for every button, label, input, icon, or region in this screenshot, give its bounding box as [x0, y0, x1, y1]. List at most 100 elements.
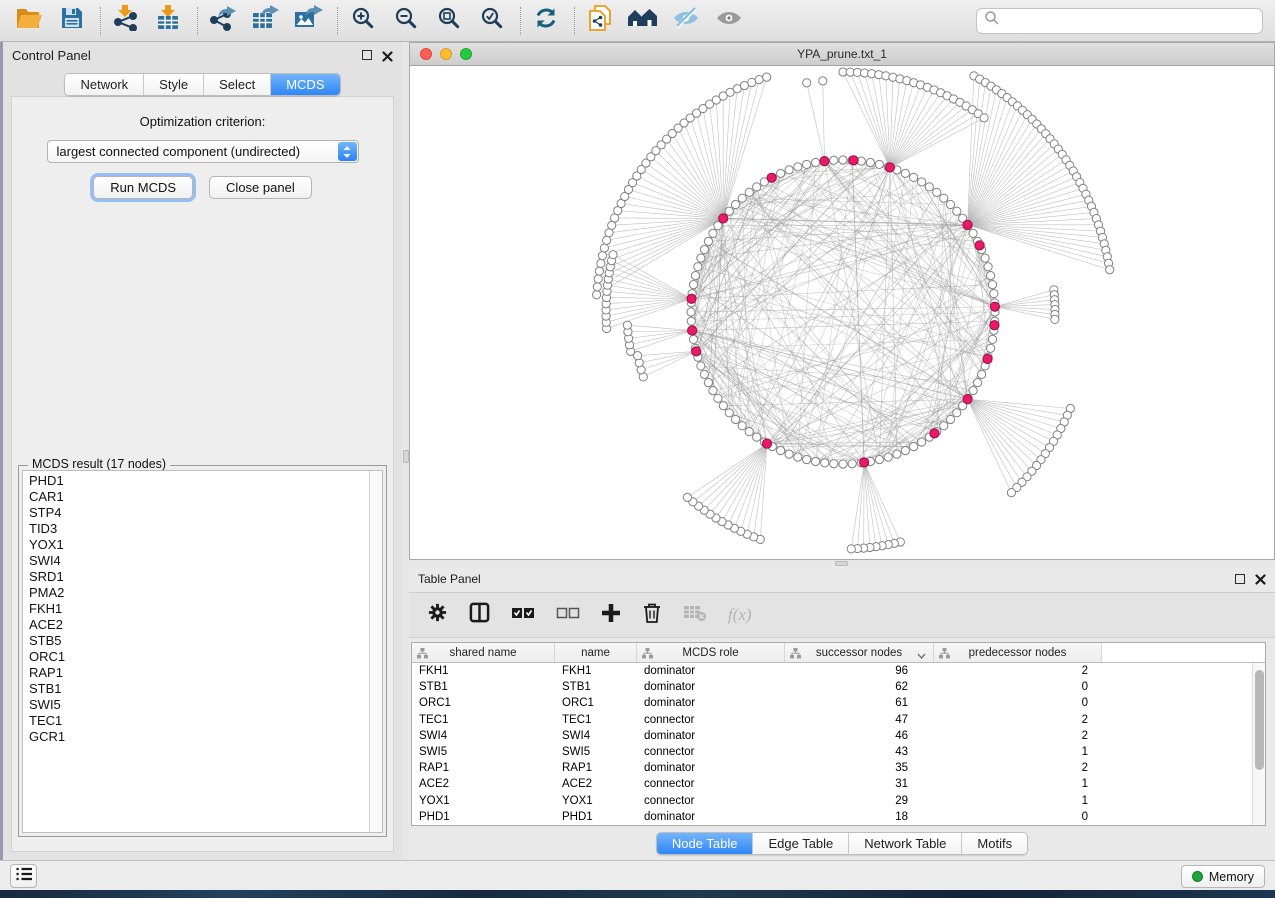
mcds-result-item[interactable]: ACE2 — [23, 617, 382, 633]
table-cell: STB1 — [555, 681, 637, 693]
table-row[interactable]: TEC1TEC1connector472 — [412, 712, 1252, 728]
run-mcds-button[interactable]: Run MCDS — [93, 176, 193, 199]
table-settings-button[interactable] — [427, 602, 448, 628]
tab-network[interactable]: Network — [65, 74, 144, 95]
table-cell: dominator — [637, 762, 785, 774]
mcds-result-item[interactable]: FKH1 — [23, 601, 382, 617]
table-row[interactable]: ORC1ORC1dominator610 — [412, 695, 1252, 711]
mcds-result-item[interactable]: GCR1 — [23, 729, 382, 745]
zoom-selected-button[interactable] — [475, 5, 509, 37]
table-cell: 1 — [934, 795, 1102, 807]
float-panel-icon[interactable] — [362, 50, 372, 60]
mcds-result-item[interactable]: SWI4 — [23, 553, 382, 569]
mcds-list-scrollbar[interactable] — [369, 471, 382, 832]
column-header-successor-nodes[interactable]: successor nodes — [785, 643, 934, 662]
mcds-result-item[interactable]: PMA2 — [23, 585, 382, 601]
show-tasks-button[interactable] — [10, 864, 37, 888]
network-graph[interactable] — [410, 66, 1274, 559]
refresh-layout-button[interactable] — [529, 5, 563, 37]
import-network-button[interactable] — [109, 5, 143, 37]
table-tab-motifs[interactable]: Motifs — [962, 833, 1027, 854]
vertical-splitter[interactable] — [402, 42, 409, 860]
column-header-MCDS-role[interactable]: MCDS role — [637, 643, 785, 662]
column-header-name[interactable]: name — [555, 643, 637, 662]
table-row[interactable]: SWI4SWI4dominator462 — [412, 728, 1252, 744]
import-table-button[interactable] — [152, 5, 186, 37]
network-window-titlebar[interactable]: YPA_prune.txt_1 — [410, 43, 1274, 66]
vertical-splitter-handle[interactable] — [403, 450, 409, 463]
mcds-result-item[interactable]: ORC1 — [23, 649, 382, 665]
select-all-rows-button[interactable] — [511, 605, 535, 626]
close-panel-button[interactable]: Close panel — [209, 176, 312, 199]
clone-network-button[interactable] — [583, 5, 617, 37]
mcds-result-item[interactable]: SWI5 — [23, 697, 382, 713]
mcds-result-item[interactable]: YOX1 — [23, 537, 382, 553]
memory-button[interactable]: Memory — [1181, 865, 1265, 888]
table-cell: connector — [637, 778, 785, 790]
export-table-button[interactable] — [249, 5, 283, 37]
home-networks-button[interactable] — [626, 5, 660, 37]
search-field[interactable] — [976, 8, 1263, 34]
export-network-button[interactable] — [206, 5, 240, 37]
table-tab-node-table[interactable]: Node Table — [657, 833, 754, 854]
deselect-all-rows-button[interactable] — [556, 605, 580, 626]
table-cell: 0 — [934, 697, 1102, 709]
mcds-result-listbox[interactable]: PHD1CAR1STP4TID3YOX1SWI4SRD1PMA2FKH1ACE2… — [22, 470, 383, 833]
table-row[interactable]: SWI5SWI5connector431 — [412, 744, 1252, 760]
table-tab-network-table[interactable]: Network Table — [849, 833, 962, 854]
mcds-result-item[interactable]: STP4 — [23, 505, 382, 521]
mcds-result-item[interactable]: STB5 — [23, 633, 382, 649]
table-row[interactable]: YOX1YOX1connector291 — [412, 793, 1252, 809]
search-input[interactable] — [1000, 13, 1255, 29]
export-image-button[interactable] — [292, 5, 326, 37]
table-row[interactable]: RAP1RAP1dominator352 — [412, 760, 1252, 776]
column-header-shared-name[interactable]: shared name — [412, 643, 555, 662]
table-cell: SWI4 — [412, 730, 555, 742]
table-cell: ORC1 — [412, 697, 555, 709]
zoom-out-button[interactable] — [389, 5, 423, 37]
table-row[interactable]: PHD1PHD1dominator180 — [412, 809, 1252, 825]
mcds-result-item[interactable]: CAR1 — [23, 489, 382, 505]
table-row[interactable]: ACE2ACE2connector311 — [412, 776, 1252, 792]
table-scrollbar-thumb[interactable] — [1255, 670, 1264, 770]
delete-table-icon — [683, 604, 707, 627]
close-table-panel-icon[interactable] — [1255, 574, 1266, 585]
open-file-button[interactable] — [12, 5, 46, 37]
show-all-button[interactable] — [712, 5, 746, 37]
tab-mcds[interactable]: MCDS — [271, 74, 339, 95]
mcds-result-item[interactable]: SRD1 — [23, 569, 382, 585]
close-panel-icon[interactable] — [382, 50, 393, 61]
table-cell: YOX1 — [412, 795, 555, 807]
mcds-result-item[interactable]: TID3 — [23, 521, 382, 537]
save-session-button[interactable] — [55, 5, 89, 37]
unchecked-boxes-icon — [556, 605, 580, 626]
table-row[interactable]: FKH1FKH1dominator962 — [412, 663, 1252, 679]
tab-select[interactable]: Select — [204, 74, 271, 95]
mcds-result-item[interactable]: TEC1 — [23, 713, 382, 729]
split-panel-button[interactable] — [469, 602, 490, 628]
mcds-result-item[interactable]: RAP1 — [23, 665, 382, 681]
table-scrollbar[interactable] — [1252, 663, 1265, 825]
float-table-panel-icon[interactable] — [1235, 574, 1245, 584]
add-column-button[interactable] — [601, 603, 621, 628]
table-cell: 96 — [785, 665, 934, 677]
tab-style[interactable]: Style — [144, 74, 204, 95]
criterion-dropdown[interactable]: largest connected component (undirected) — [47, 140, 359, 163]
delete-column-button[interactable] — [642, 602, 662, 629]
zoom-fit-button[interactable] — [432, 5, 466, 37]
toolbar-separator — [197, 7, 198, 35]
hide-selected-button[interactable] — [669, 5, 703, 37]
delete-table-button-disabled — [683, 604, 707, 627]
table-cell: ORC1 — [555, 697, 637, 709]
mcds-result-item[interactable]: PHD1 — [23, 473, 382, 489]
column-header-predecessor-nodes[interactable]: predecessor nodes — [934, 643, 1102, 662]
mcds-result-item[interactable]: STB1 — [23, 681, 382, 697]
table-row[interactable]: STB1STB1dominator620 — [412, 679, 1252, 695]
zoom-in-button[interactable] — [346, 5, 380, 37]
table-tab-edge-table[interactable]: Edge Table — [753, 833, 849, 854]
horizontal-splitter-handle[interactable] — [835, 561, 848, 566]
network-canvas[interactable] — [410, 66, 1274, 559]
table-cell: RAP1 — [555, 762, 637, 774]
control-panel-titlebar: Control Panel — [3, 42, 402, 68]
export-table-icon — [252, 5, 280, 36]
